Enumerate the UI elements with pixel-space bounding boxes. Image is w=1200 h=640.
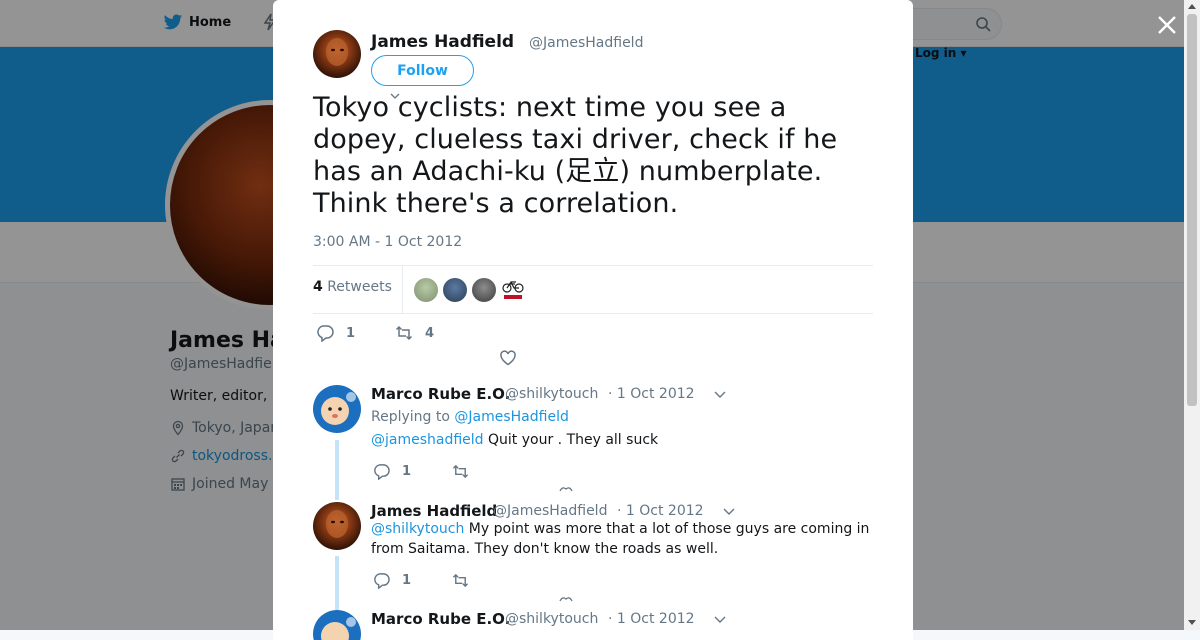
reply-text: @shilkytouch My point was more that a lo… bbox=[371, 519, 871, 559]
retweet-button[interactable] bbox=[452, 572, 469, 589]
reply-author-name[interactable]: James Hadfield bbox=[371, 502, 497, 520]
reply-author-name[interactable]: Marco Rube E.O. bbox=[371, 610, 510, 628]
scroll-up-arrow[interactable] bbox=[1188, 4, 1196, 9]
chevron-down-icon[interactable] bbox=[714, 616, 726, 624]
reply-actions: 1 bbox=[371, 463, 571, 481]
reply-button[interactable]: 1 bbox=[373, 463, 411, 480]
retweet-stat[interactable]: 4 Retweets bbox=[313, 279, 392, 295]
reply-icon bbox=[374, 464, 390, 480]
author-handle[interactable]: @JamesHadfield bbox=[529, 35, 643, 51]
reply-actions: 1 bbox=[371, 572, 571, 590]
reply-author-avatar-image bbox=[321, 617, 356, 640]
reply-count: 1 bbox=[402, 573, 412, 588]
retweeter-avatar[interactable] bbox=[501, 278, 525, 302]
reply-count: 1 bbox=[402, 464, 412, 479]
reply-author-handle[interactable]: @JamesHadfield bbox=[493, 503, 607, 519]
replying-to-link[interactable]: @JamesHadfield bbox=[454, 409, 568, 425]
reply-author-avatar[interactable] bbox=[313, 502, 361, 550]
retweet-icon bbox=[395, 325, 413, 341]
chevron-down-icon[interactable] bbox=[714, 391, 726, 399]
reply-date[interactable]: · 1 Oct 2012 bbox=[617, 503, 704, 519]
retweet-count: 4 bbox=[313, 279, 323, 295]
heart-icon[interactable] bbox=[559, 596, 573, 602]
reply-button[interactable]: 1 bbox=[316, 324, 355, 342]
thread-connector bbox=[335, 440, 339, 500]
retweet-action-count: 4 bbox=[425, 325, 435, 341]
reply-tweet[interactable]: James Hadfield @JamesHadfield · 1 Oct 20… bbox=[313, 502, 873, 610]
reply-text: @jameshadfield Quit your . They all suck bbox=[371, 430, 871, 450]
reply-author-name[interactable]: Marco Rube E.O. bbox=[371, 385, 510, 403]
scrollbar-thumb[interactable] bbox=[1187, 14, 1197, 406]
reply-body: Quit your . They all suck bbox=[488, 432, 659, 448]
reply-icon bbox=[374, 573, 390, 589]
reply-icon bbox=[317, 325, 334, 342]
retweeter-avatar[interactable] bbox=[443, 278, 467, 302]
bicycle-icon bbox=[502, 281, 524, 299]
tweet-timestamp[interactable]: 3:00 AM - 1 Oct 2012 bbox=[313, 234, 462, 250]
thread-connector bbox=[335, 556, 339, 610]
retweeter-avatar[interactable] bbox=[414, 278, 438, 302]
reply-date[interactable]: · 1 Oct 2012 bbox=[608, 611, 695, 627]
retweets-label: Retweets bbox=[327, 279, 392, 295]
chevron-down-icon[interactable] bbox=[723, 508, 735, 516]
replying-to: Replying to @JamesHadfield bbox=[371, 409, 569, 425]
reply-count: 1 bbox=[346, 325, 356, 341]
page-scrollbar[interactable] bbox=[1184, 0, 1200, 630]
reply-author-handle[interactable]: @shilkytouch bbox=[505, 611, 598, 627]
tweet-actions: 1 4 bbox=[313, 324, 873, 348]
tweet-stats: 4 Retweets bbox=[313, 265, 873, 314]
retweet-icon bbox=[452, 573, 469, 588]
scroll-down-arrow[interactable] bbox=[1188, 620, 1196, 625]
reply-date[interactable]: · 1 Oct 2012 bbox=[608, 386, 695, 402]
reply-tweet[interactable]: Marco Rube E.O. @shilkytouch · 1 Oct 201… bbox=[313, 610, 873, 640]
author-avatar-image bbox=[326, 38, 348, 66]
reply-author-avatar[interactable] bbox=[313, 385, 361, 433]
retweet-icon bbox=[452, 464, 469, 479]
retweeter-avatar[interactable] bbox=[472, 278, 496, 302]
retweet-button[interactable] bbox=[452, 463, 469, 480]
reply-author-avatar-image bbox=[321, 392, 356, 425]
author-name[interactable]: James Hadfield bbox=[371, 32, 514, 52]
stats-divider bbox=[402, 266, 403, 313]
tweet-text: Tokyo cyclists: next time you see a dope… bbox=[313, 92, 838, 219]
tweet-permalink-modal: James Hadfield @JamesHadfield Follow Tok… bbox=[273, 0, 913, 640]
reply-button[interactable]: 1 bbox=[373, 572, 411, 589]
reply-author-handle[interactable]: @shilkytouch bbox=[505, 386, 598, 402]
author-avatar[interactable] bbox=[313, 30, 361, 78]
heart-icon[interactable] bbox=[499, 349, 517, 367]
close-icon[interactable] bbox=[1155, 13, 1179, 37]
retweet-button[interactable]: 4 bbox=[395, 324, 434, 342]
reply-tweet[interactable]: Marco Rube E.O. @shilkytouch · 1 Oct 201… bbox=[313, 385, 873, 500]
reply-author-avatar-image bbox=[326, 510, 348, 538]
follow-button[interactable]: Follow bbox=[371, 55, 474, 86]
reply-mention[interactable]: @jameshadfield bbox=[371, 432, 484, 448]
replying-prefix: Replying to bbox=[371, 409, 450, 425]
reply-mention[interactable]: @shilkytouch bbox=[371, 521, 464, 537]
reply-author-avatar[interactable] bbox=[313, 610, 361, 640]
heart-icon[interactable] bbox=[559, 486, 573, 492]
